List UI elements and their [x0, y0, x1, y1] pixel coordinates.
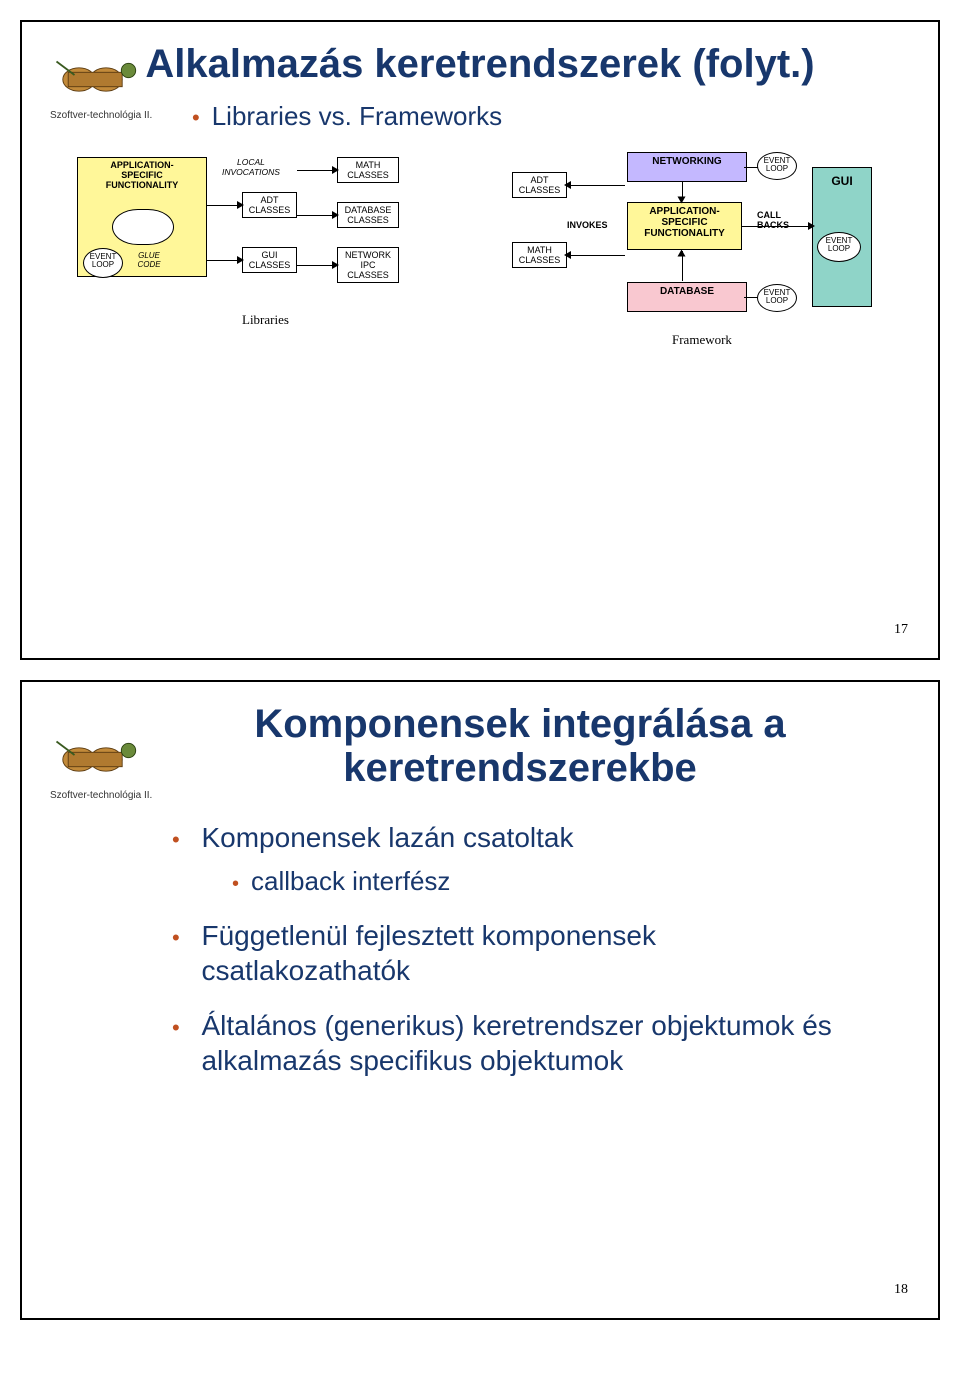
oval-event-loop: EVENT LOOP: [83, 248, 123, 278]
box-database: DATABASE: [627, 282, 747, 312]
box-networking: NETWORKING: [627, 152, 747, 182]
gear-machine-icon: [52, 52, 142, 107]
oval-event-loop-gui: EVENT LOOP: [817, 232, 861, 262]
box-math-classes: MATH CLASSES: [337, 157, 399, 183]
subtitle-label: Szoftver-technológia II.: [50, 790, 152, 801]
label-app-specific: APPLICATION- SPECIFIC FUNCTIONALITY: [80, 161, 204, 191]
box-database-classes: DATABASE CLASSES: [337, 202, 399, 228]
bullet-text: Általános (generikus) keretrendszer obje…: [201, 1008, 841, 1078]
bullet-list: Komponensek lazán csatoltak callback int…: [62, 820, 898, 1078]
bullet-item: Komponensek lazán csatoltak callback int…: [172, 820, 898, 898]
oval-event-loop-top: EVENT LOOP: [757, 152, 797, 180]
bullet-item: Függetlenül fejlesztett komponensek csat…: [172, 918, 898, 988]
page-number: 18: [894, 1282, 908, 1298]
gear-machine-icon: [52, 732, 142, 787]
slide-title: Alkalmazás keretrendszerek (folyt.): [62, 42, 898, 86]
bullet-list: Libraries vs. Frameworks: [62, 101, 898, 132]
subtitle-label: Szoftver-technológia II.: [50, 110, 152, 121]
slide-1: Szoftver-technológia II. Alkalmazás kere…: [20, 20, 940, 660]
page-number: 17: [894, 622, 908, 638]
bullet-text: Függetlenül fejlesztett komponensek csat…: [201, 918, 841, 988]
bullet-text: Komponensek lazán csatoltak: [201, 822, 573, 853]
box-app-specific-fw: APPLICATION- SPECIFIC FUNCTIONALITY: [627, 202, 742, 250]
box-gui-classes: GUI CLASSES: [242, 247, 297, 273]
label-glue-code: GLUE CODE: [132, 249, 166, 275]
sub-bullet-item: callback interfész: [232, 865, 898, 898]
label-invokes: INVOKES: [567, 220, 608, 230]
caption-libraries: Libraries: [242, 312, 289, 328]
diagram-row: APPLICATION- SPECIFIC FUNCTIONALITY EVEN…: [62, 152, 898, 452]
box-adt-classes: ADT CLASSES: [242, 192, 297, 218]
box-network-classes: NETWORK IPC CLASSES: [337, 247, 399, 283]
bullet-item: Általános (generikus) keretrendszer obje…: [172, 1008, 898, 1078]
caption-framework: Framework: [672, 332, 732, 348]
slide-2: Szoftver-technológia II. Komponensek int…: [20, 680, 940, 1320]
diagram-framework: ADT CLASSES MATH CLASSES INVOKES NETWORK…: [512, 152, 912, 412]
cloud-icon: [112, 209, 174, 245]
slide-title: Komponensek integrálása a keretrendszere…: [142, 702, 898, 790]
box-math-classes-fw: MATH CLASSES: [512, 242, 567, 268]
label-callbacks: CALL BACKS: [757, 210, 789, 230]
label-local-invocations: LOCAL INVOCATIONS: [222, 157, 280, 177]
label-gui-fw: GUI: [815, 175, 869, 188]
diagram-libraries: APPLICATION- SPECIFIC FUNCTIONALITY EVEN…: [77, 152, 457, 412]
box-adt-classes-fw: ADT CLASSES: [512, 172, 567, 198]
bullet-item: Libraries vs. Frameworks: [192, 101, 898, 132]
oval-event-loop-bottom: EVENT LOOP: [757, 284, 797, 312]
